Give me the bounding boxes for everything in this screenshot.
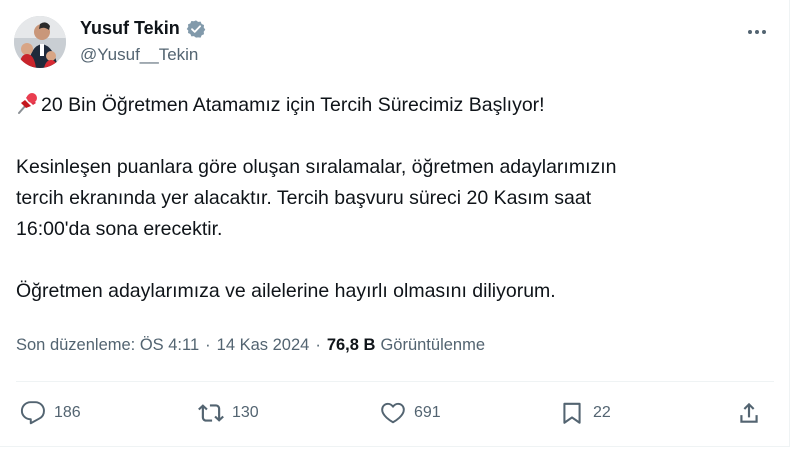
post-text: 20 Bin Öğretmen Atamamız için Tercih Sür…: [16, 90, 756, 307]
pushpin-icon: [18, 93, 37, 114]
bookmark-icon: [563, 402, 581, 424]
post-paragraph-1-line-3: 16:00'da sona erecektir.: [16, 218, 223, 240]
bookmark-button[interactable]: 22: [559, 396, 611, 430]
like-count: 691: [414, 404, 441, 421]
meta-separator: ·: [205, 336, 211, 354]
reply-icon: [20, 401, 45, 425]
share-button[interactable]: [736, 396, 762, 430]
verified-badge-icon[interactable]: [186, 19, 206, 39]
tweet-card: Yusuf Tekin @Yusuf__Tekin 20 Bin Öğretme…: [0, 0, 800, 449]
post-meta: Son düzenleme: ÖS 4:11 · 14 Kas 2024 · 7…: [16, 336, 485, 355]
reply-button[interactable]: 186: [20, 396, 81, 430]
edited-timestamp[interactable]: Son düzenleme: ÖS 4:11: [16, 336, 199, 355]
avatar[interactable]: [14, 16, 66, 68]
share-icon: [740, 402, 758, 423]
views-label: Görüntülenme: [380, 336, 486, 354]
post-headline-line: 20 Bin Öğretmen Atamamız için Tercih Sür…: [16, 90, 756, 121]
post-paragraph-1-line-1: Kesinleşen puanlara göre oluşan sıralama…: [16, 156, 617, 178]
post-paragraph-2: Öğretmen adaylarımıza ve ailelerine hayı…: [16, 280, 556, 302]
reply-count: 186: [54, 404, 81, 421]
author-name-row: Yusuf Tekin: [80, 18, 206, 39]
author-handle[interactable]: @Yusuf__Tekin: [80, 45, 198, 65]
author-display-name[interactable]: Yusuf Tekin: [80, 18, 180, 39]
avatar-photo: [14, 16, 66, 68]
repost-icon: [198, 404, 224, 422]
actions-divider: [16, 381, 774, 382]
more-options-icon[interactable]: [745, 22, 769, 42]
repost-button[interactable]: 130: [198, 396, 259, 430]
like-button[interactable]: 691: [380, 396, 441, 430]
heart-icon: [381, 402, 405, 424]
views-count: 76,8 B: [326, 336, 376, 354]
meta-separator: ·: [315, 336, 321, 354]
post-paragraph-1-line-2: tercih ekranında yer alacaktır. Tercih b…: [16, 187, 592, 209]
post-date[interactable]: 14 Kas 2024: [217, 336, 310, 355]
repost-count: 130: [232, 404, 259, 421]
action-bar: 186 130 691 22: [16, 396, 776, 430]
post-headline: 20 Bin Öğretmen Atamamız için Tercih Sür…: [41, 94, 545, 116]
bookmark-count: 22: [593, 404, 611, 421]
